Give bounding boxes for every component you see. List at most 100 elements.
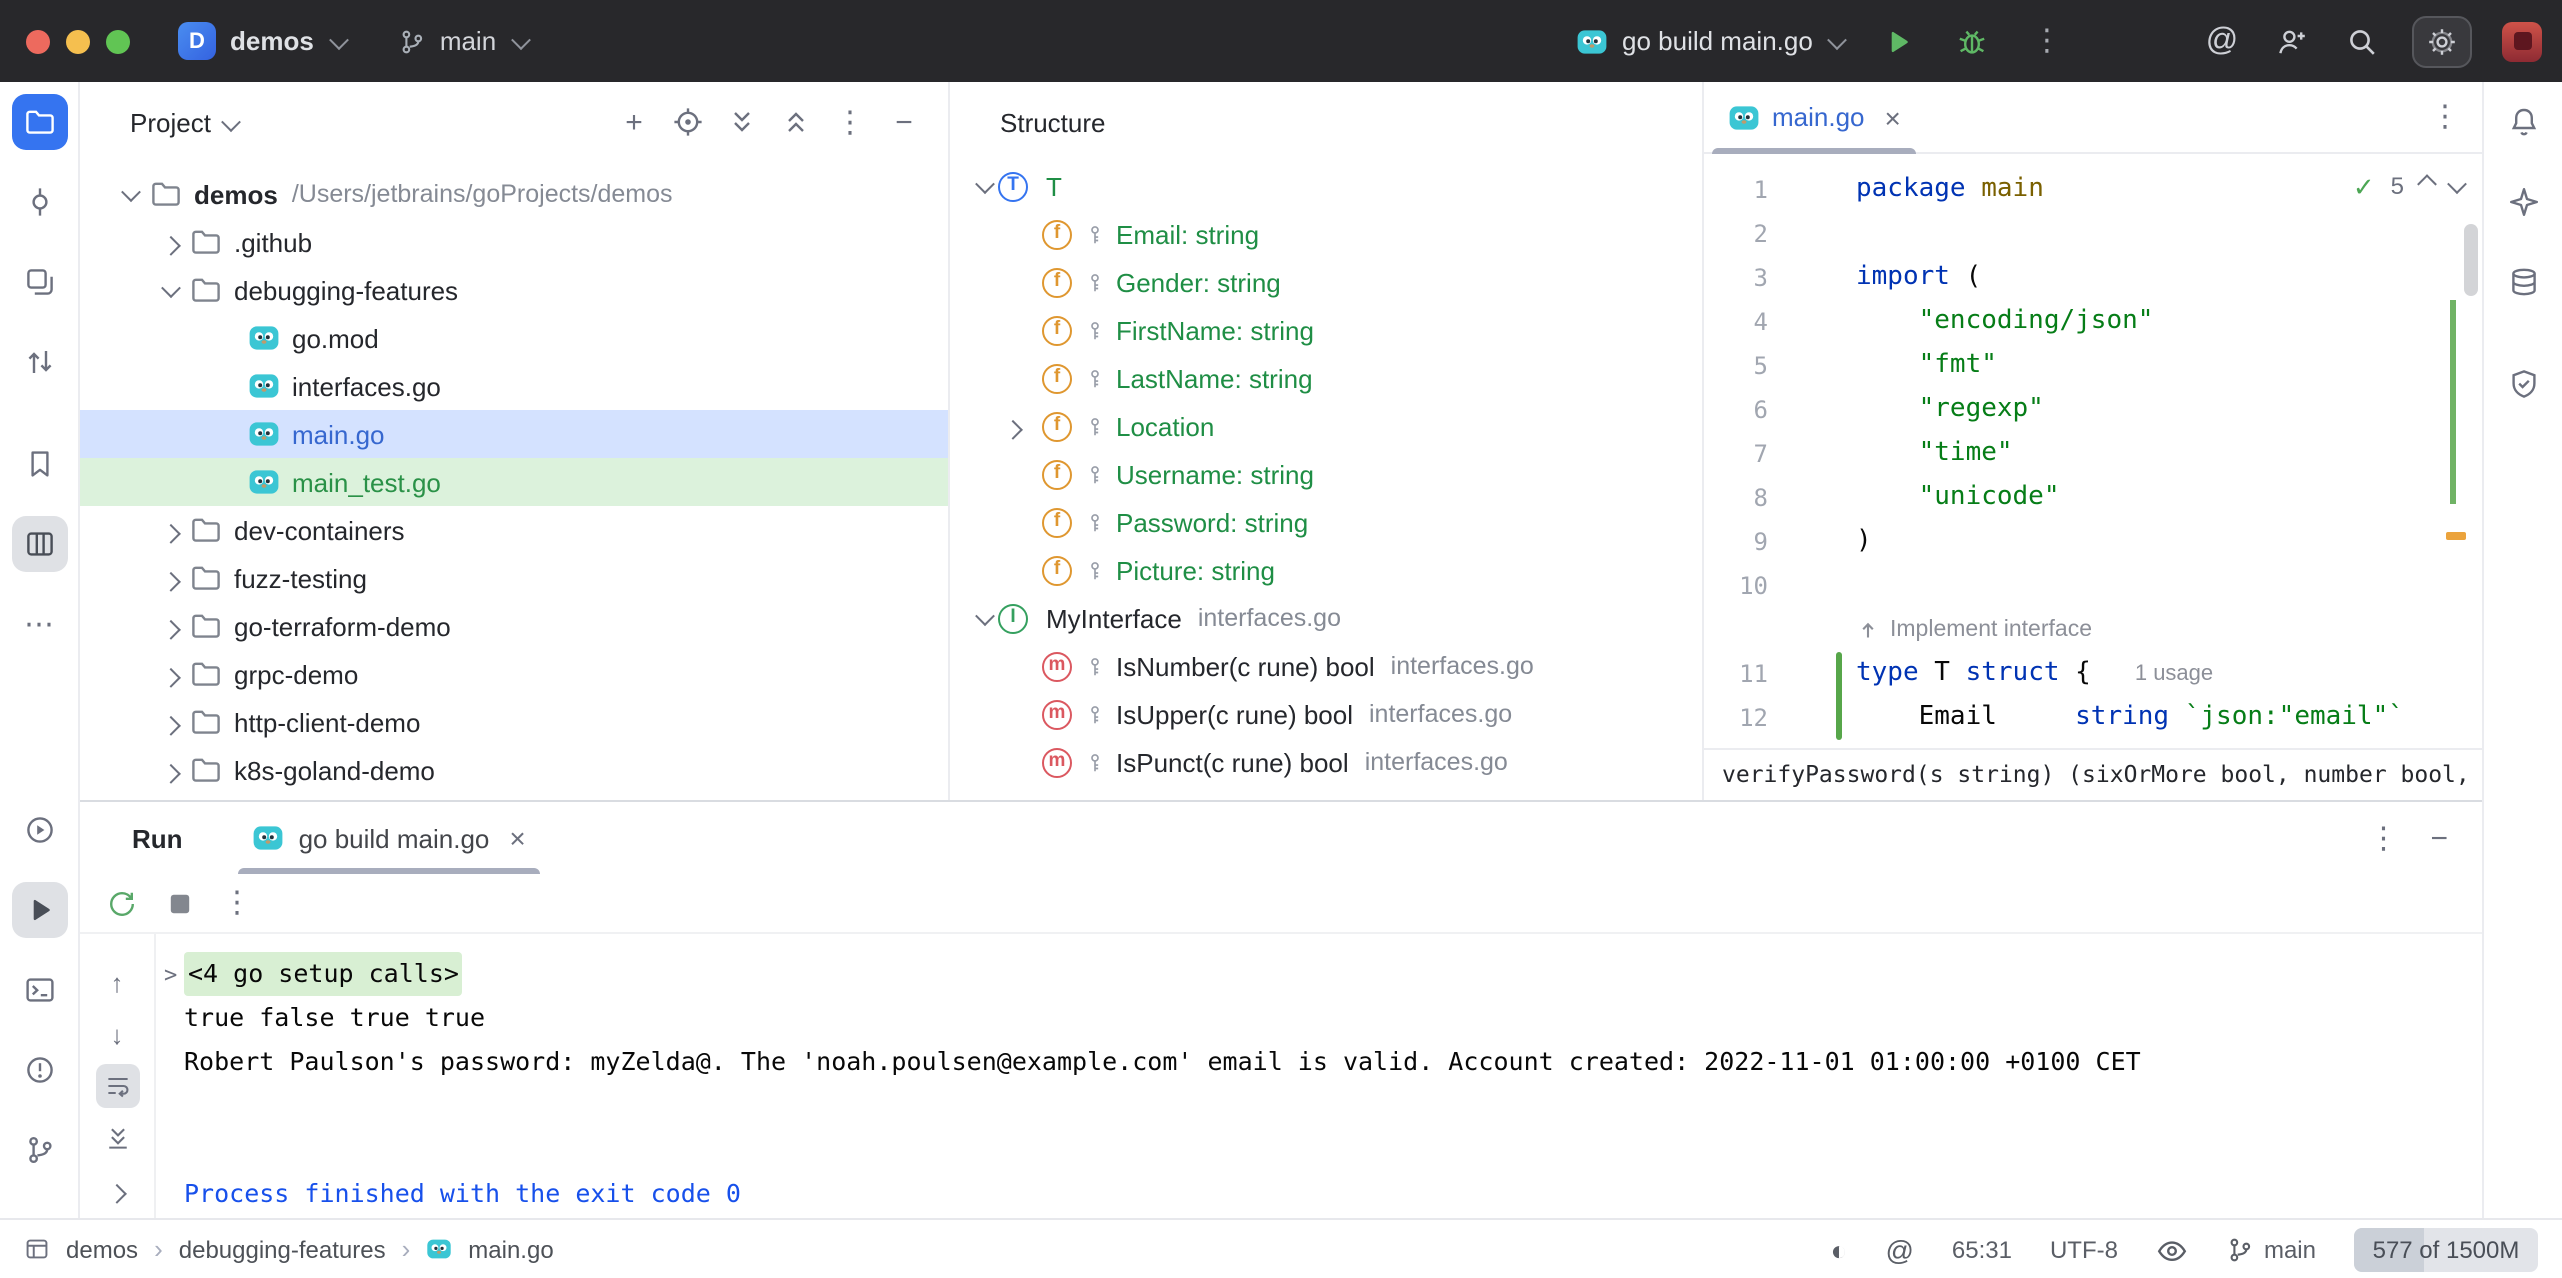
hide-run-panel-icon[interactable]: − (2430, 823, 2448, 853)
tree-item-go-terraform-demo[interactable]: go-terraform-demo (80, 602, 948, 650)
notifications-tool-button[interactable] (2495, 94, 2551, 150)
collapse-all-icon[interactable] (780, 106, 812, 138)
run-button[interactable] (1879, 17, 1919, 65)
chevron-collapsed-icon[interactable] (156, 612, 184, 640)
rerun-button[interactable] (106, 887, 138, 919)
chevron-collapsed-icon[interactable] (998, 412, 1026, 440)
structure-item-location[interactable]: f Location (950, 402, 1702, 450)
tree-item-fuzz-testing[interactable]: fuzz-testing (80, 554, 948, 602)
run-tool-button[interactable] (11, 882, 67, 938)
stop-button[interactable] (164, 887, 196, 919)
breadcrumb-project[interactable]: demos (66, 1235, 138, 1263)
editor-code-area[interactable]: 12 34 56 78 910 11 12 package main impor… (1704, 156, 2484, 748)
reader-mode-icon[interactable] (2156, 1233, 2188, 1265)
debug-button[interactable] (1953, 17, 1993, 65)
scroll-down-icon[interactable]: ↓ (95, 1012, 139, 1056)
ai-assistant-icon[interactable]: @ (2202, 17, 2242, 65)
tree-item-k8s-goland-demo[interactable]: k8s-goland-demo (80, 746, 948, 794)
minimize-window-button[interactable] (66, 29, 90, 53)
problems-tool-button[interactable] (11, 1042, 67, 1098)
chevron-collapsed-icon[interactable] (156, 564, 184, 592)
prev-problem-icon[interactable] (2420, 172, 2434, 200)
usages-inlay-hint[interactable]: 1 usage (2135, 662, 2213, 686)
search-everywhere-icon[interactable] (2342, 17, 2382, 65)
run-more-options-icon[interactable]: ⋮ (222, 888, 252, 918)
tree-item-main-go[interactable]: main.go (80, 410, 948, 458)
tree-item-http-client-demo[interactable]: http-client-demo (80, 698, 948, 746)
run-configuration-selector[interactable]: go build main.go (1576, 25, 1845, 57)
settings-gear-icon[interactable] (2412, 15, 2472, 67)
editor-options-icon[interactable]: ⋮ (2430, 102, 2460, 132)
git-branch-widget[interactable]: main (2226, 1235, 2316, 1263)
console-expand-icon[interactable] (95, 1168, 139, 1212)
services-tool-button[interactable] (11, 802, 67, 858)
ai-assistant-tool-button[interactable] (2495, 174, 2551, 230)
console-output[interactable]: > <4 go setup calls> true false true tru… (156, 934, 2484, 1218)
next-problem-icon[interactable] (2450, 172, 2464, 200)
close-tab-icon[interactable]: × (1885, 103, 1901, 131)
structure-item-lastname[interactable]: f LastName: string (950, 354, 1702, 402)
add-icon[interactable]: + (618, 106, 650, 138)
project-tool-button[interactable] (11, 94, 67, 150)
code-with-me-icon[interactable] (2272, 17, 2312, 65)
ai-status-icon[interactable]: @ (1885, 1235, 1913, 1263)
structure-item-T[interactable]: T T (950, 162, 1702, 210)
run-tab-go-build[interactable]: go build main.go × (235, 802, 544, 874)
soft-wrap-icon[interactable] (95, 1064, 139, 1108)
structure-item-picture[interactable]: f Picture: string (950, 546, 1702, 594)
recording-indicator-icon[interactable] (2502, 21, 2542, 61)
structure-item-isnumber[interactable]: m IsNumber(c rune) bool interfaces.go (950, 642, 1702, 690)
fullscreen-window-button[interactable] (106, 29, 130, 53)
panel-options-icon[interactable]: ⋮ (834, 106, 866, 138)
folded-setup-calls[interactable]: <4 go setup calls> (184, 952, 463, 996)
locate-file-icon[interactable] (672, 106, 704, 138)
file-encoding[interactable]: UTF-8 (2050, 1235, 2118, 1263)
structure-item-username[interactable]: f Username: string (950, 450, 1702, 498)
more-actions-icon[interactable]: ⋮ (2027, 17, 2067, 65)
chevron-collapsed-icon[interactable] (156, 516, 184, 544)
chevron-expanded-icon[interactable] (970, 604, 998, 632)
commit-tool-button[interactable] (11, 174, 67, 230)
structure-item-ispunct[interactable]: m IsPunct(c rune) bool interfaces.go (950, 738, 1702, 786)
breadcrumb-folder[interactable]: debugging-features (179, 1235, 386, 1263)
database-tool-button[interactable] (2495, 254, 2551, 310)
chevron-down-icon[interactable] (225, 107, 239, 137)
chevron-expanded-icon[interactable] (156, 276, 184, 304)
structure-tool-button[interactable] (11, 516, 67, 572)
tree-item-dev-containers[interactable]: dev-containers (80, 506, 948, 554)
structure-item-email[interactable]: f Email: string (950, 210, 1702, 258)
tree-item-demos[interactable]: demos /Users/jetbrains/goProjects/demos (80, 170, 948, 218)
more-tool-windows-icon[interactable]: ⋯ (11, 596, 67, 652)
scroll-up-icon[interactable]: ↑ (95, 960, 139, 1004)
chevron-collapsed-icon[interactable] (156, 660, 184, 688)
structure-item-gender[interactable]: f Gender: string (950, 258, 1702, 306)
close-run-tab-icon[interactable]: × (509, 824, 525, 852)
bookmarks-tool-button[interactable] (11, 436, 67, 492)
structure-item-password[interactable]: f Password: string (950, 498, 1702, 546)
chevron-expanded-icon[interactable] (970, 172, 998, 200)
memory-indicator[interactable]: 577 of 1500M (2354, 1227, 2538, 1271)
theme-toggle-icon[interactable]: ◐ (1831, 1235, 1848, 1263)
implement-interface-hint[interactable]: Implement interface (1856, 608, 2448, 652)
breadcrumb-file[interactable]: main.go (468, 1235, 553, 1263)
terminal-tool-button[interactable] (11, 962, 67, 1018)
fold-toggle-icon[interactable]: > (164, 963, 184, 985)
pull-requests-tool-button[interactable] (11, 334, 67, 390)
tree-item-debugging-features[interactable]: debugging-features (80, 266, 948, 314)
tree-item-grpc-demo[interactable]: grpc-demo (80, 650, 948, 698)
project-widget[interactable]: D demos (178, 22, 346, 60)
caret-position[interactable]: 65:31 (1952, 1235, 2012, 1263)
run-panel-options-icon[interactable]: ⋮ (2368, 823, 2398, 853)
expand-all-icon[interactable] (726, 106, 758, 138)
tree-item-main-test-go[interactable]: main_test.go (80, 458, 948, 506)
vcs-branch-widget[interactable]: main (398, 26, 528, 56)
structure-item-myinterface[interactable]: I MyInterface interfaces.go (950, 594, 1702, 642)
editor-tab-main-go[interactable]: main.go × (1708, 82, 1921, 153)
hide-panel-icon[interactable]: − (888, 106, 920, 138)
chevron-collapsed-icon[interactable] (156, 228, 184, 256)
recent-files-tool-button[interactable] (11, 254, 67, 310)
chevron-expanded-icon[interactable] (116, 180, 144, 208)
line-numbers-gutter[interactable]: 12 34 56 78 910 11 12 (1704, 168, 1768, 740)
scroll-to-end-icon[interactable] (95, 1116, 139, 1160)
inspections-widget[interactable]: ✓ 5 (2353, 172, 2464, 200)
